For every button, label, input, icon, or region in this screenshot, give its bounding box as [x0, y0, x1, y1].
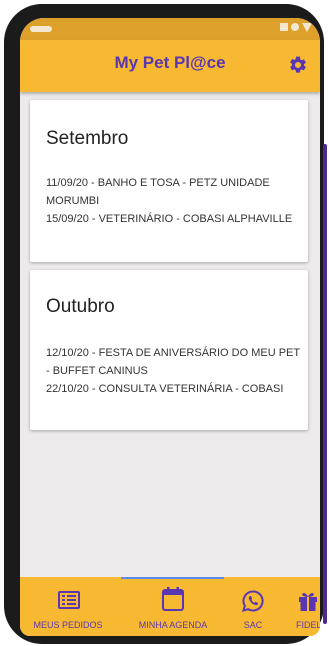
signal-icon: [280, 23, 288, 31]
month-card[interactable]: Outubro 12/10/20 - FESTA DE ANIVERSÁRIO …: [30, 270, 308, 430]
nav-label: FIDELID: [296, 620, 320, 630]
app-screen: My Pet Pl@ce Setembro 11/09/20 - BANHO E…: [20, 18, 320, 636]
month-title: Outubro: [46, 296, 115, 317]
nav-item-minha-agenda[interactable]: MINHA AGENDA: [120, 577, 226, 636]
agenda-list[interactable]: Setembro 11/09/20 - BANHO E TOSA - PETZ …: [20, 92, 320, 577]
phone-frame: My Pet Pl@ce Setembro 11/09/20 - BANHO E…: [4, 4, 327, 644]
wifi-icon: [291, 23, 299, 31]
calendar-icon: [162, 587, 184, 611]
battery-icon: [302, 23, 312, 32]
app-title: My Pet Pl@ce: [114, 53, 226, 72]
month-card[interactable]: Setembro 11/09/20 - BANHO E TOSA - PETZ …: [30, 100, 308, 262]
appointment-entry[interactable]: 12/10/20 - FESTA DE ANIVERSÁRIO DO MEU P…: [46, 344, 301, 380]
nav-item-meus-pedidos[interactable]: MEUS PEDIDOS: [20, 577, 116, 636]
nav-item-sac[interactable]: SAC: [226, 577, 280, 636]
status-icons: [280, 23, 312, 32]
whatsapp-icon: [242, 590, 264, 612]
nav-label: SAC: [243, 620, 263, 630]
nav-item-fidelidade[interactable]: FIDELID: [278, 577, 320, 636]
appointment-entry[interactable]: 22/10/20 - CONSULTA VETERINÁRIA - COBASI: [46, 380, 301, 398]
app-bar: My Pet Pl@ce: [20, 40, 320, 92]
camera-pill: [30, 26, 52, 32]
status-bar: [20, 18, 320, 40]
month-title: Setembro: [46, 128, 129, 149]
gift-icon: [299, 592, 317, 611]
appointment-entry[interactable]: 11/09/20 - BANHO E TOSA - PETZ UNIDADE M…: [46, 174, 301, 210]
bottom-navigation: MEUS PEDIDOS MINHA AGENDA SAC FIDEL: [20, 577, 320, 636]
appointment-entry[interactable]: 15/09/20 - VETERINÁRIO - COBASI ALPHAVIL…: [46, 210, 301, 228]
nav-label: MINHA AGENDA: [138, 620, 208, 630]
gear-icon[interactable]: [288, 55, 308, 75]
nav-label: MEUS PEDIDOS: [33, 620, 103, 630]
list-icon: [58, 591, 80, 609]
